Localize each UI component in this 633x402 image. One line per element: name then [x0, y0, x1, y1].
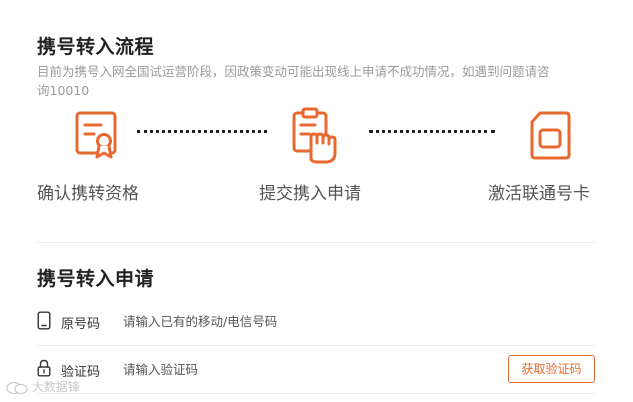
step-connector [369, 130, 495, 133]
step-label-activate: 激活联通号卡 [488, 184, 590, 204]
certificate-icon [74, 110, 120, 164]
application-title: 携号转入申请 [37, 268, 155, 290]
sim-card-icon [529, 110, 571, 164]
original-number-input[interactable] [123, 310, 453, 332]
watermark-text: 大数据锋 [31, 380, 80, 394]
step-label-confirm: 确认携转资格 [37, 184, 139, 204]
verification-code-input[interactable] [123, 358, 453, 380]
verification-code-row: 验证码 获取验证码 [37, 349, 595, 389]
step-label-submit: 提交携入申请 [259, 184, 361, 204]
get-verification-code-button[interactable]: 获取验证码 [508, 355, 595, 383]
section-divider [37, 242, 595, 243]
phone-icon [37, 311, 51, 334]
process-title: 携号转入流程 [37, 36, 155, 58]
watermark: 大数据锋 [6, 378, 80, 395]
clipboard-hand-icon [291, 107, 341, 169]
row-divider [37, 345, 595, 346]
notice-text: 目前为携号入网全国试运营阶段，因政策变动可能出现线上申请不成功情况，如遇到问题请… [37, 64, 550, 98]
original-number-row: 原号码 [37, 301, 595, 341]
row-divider [37, 393, 595, 394]
wechat-logo-icon [6, 380, 32, 394]
step-connector [137, 130, 267, 133]
original-number-label: 原号码 [61, 317, 101, 332]
